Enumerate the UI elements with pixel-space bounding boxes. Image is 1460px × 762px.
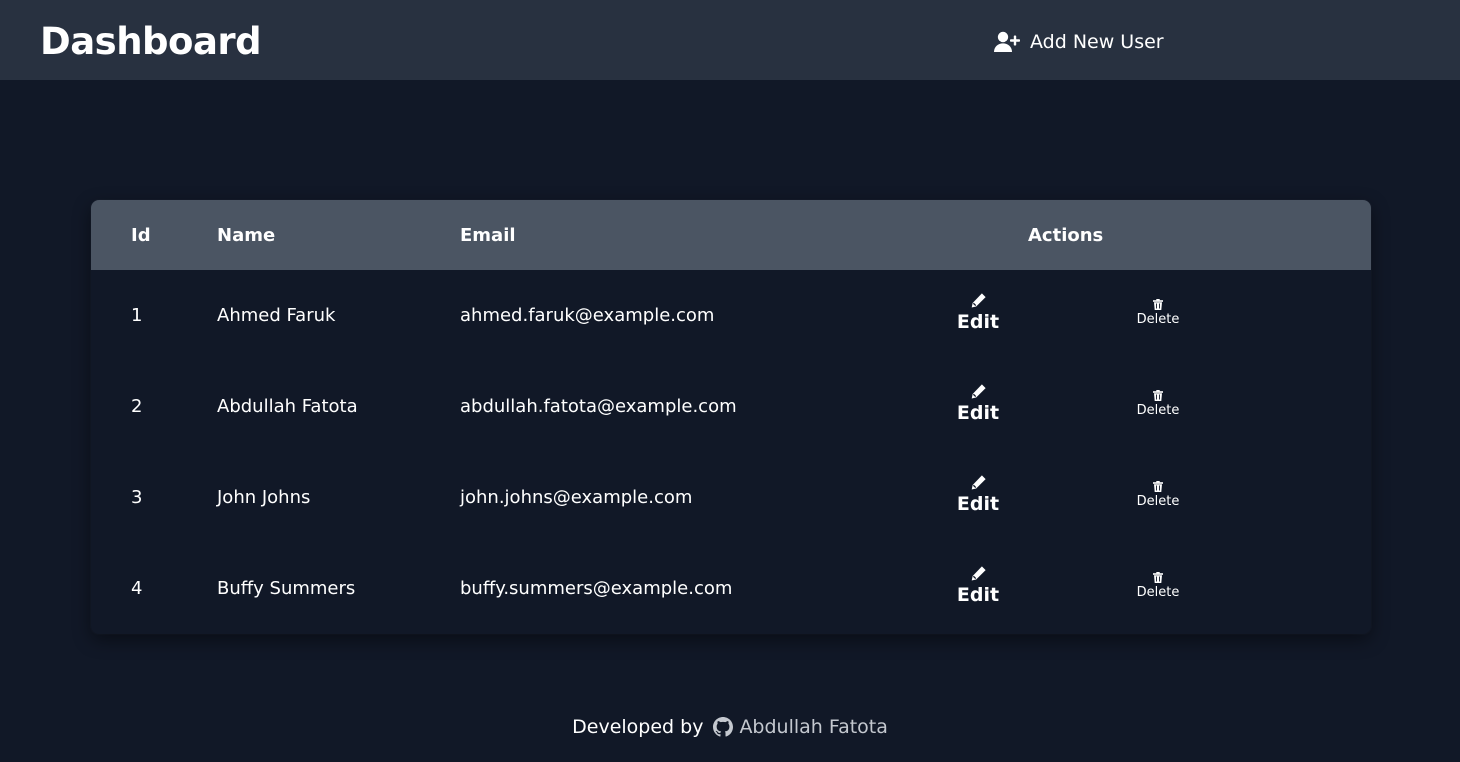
cell-email: buffy.summers@example.com: [460, 578, 733, 599]
top-navbar: Dashboard Add New User: [0, 0, 1460, 80]
delete-button[interactable]: Delete: [1135, 572, 1181, 600]
edit-button[interactable]: Edit: [957, 383, 999, 424]
edit-button[interactable]: Edit: [957, 565, 999, 606]
github-icon: [713, 717, 734, 737]
author-github-link[interactable]: Abdullah Fatota: [713, 716, 888, 738]
cell-email: ahmed.faruk@example.com: [460, 305, 715, 326]
delete-button[interactable]: Delete: [1135, 481, 1181, 509]
edit-label: Edit: [956, 584, 1000, 606]
trash-icon: [1153, 299, 1163, 310]
delete-button[interactable]: Delete: [1135, 299, 1181, 327]
add-new-user-button[interactable]: Add New User: [994, 29, 1164, 55]
table-header-row: Id Name Email Actions: [91, 200, 1371, 270]
pencil-icon: [971, 475, 986, 490]
cell-name: John Johns: [217, 487, 311, 508]
cell-email: abdullah.fatota@example.com: [460, 396, 737, 417]
column-header-email: Email: [460, 225, 516, 246]
table-row: 4 Buffy Summers buffy.summers@example.co…: [91, 543, 1371, 634]
column-header-actions: Actions: [1028, 225, 1104, 246]
cell-id: 1: [131, 305, 143, 326]
cell-name: Ahmed Faruk: [217, 305, 336, 326]
cell-id: 3: [131, 487, 143, 508]
pencil-icon: [971, 566, 986, 581]
edit-button[interactable]: Edit: [957, 292, 999, 333]
cell-email: john.johns@example.com: [460, 487, 693, 508]
page-title: Dashboard: [40, 20, 262, 63]
cell-id: 2: [131, 396, 143, 417]
pencil-icon: [971, 293, 986, 308]
delete-label: Delete: [1136, 312, 1180, 327]
author-name: Abdullah Fatota: [739, 716, 888, 738]
trash-icon: [1153, 481, 1163, 492]
users-table: Id Name Email Actions 1 Ahmed Faruk ahme…: [91, 200, 1371, 634]
column-header-id: Id: [131, 225, 151, 246]
column-header-name: Name: [217, 225, 276, 246]
delete-label: Delete: [1136, 494, 1180, 509]
table-row: 1 Ahmed Faruk ahmed.faruk@example.com Ed…: [91, 270, 1371, 361]
cell-name: Abdullah Fatota: [217, 396, 358, 417]
trash-icon: [1153, 390, 1163, 401]
edit-label: Edit: [956, 493, 1000, 515]
add-new-user-label: Add New User: [1030, 31, 1164, 53]
table-row: 2 Abdullah Fatota abdullah.fatota@exampl…: [91, 361, 1371, 452]
edit-button[interactable]: Edit: [957, 474, 999, 515]
trash-icon: [1153, 572, 1163, 583]
delete-button[interactable]: Delete: [1135, 390, 1181, 418]
edit-label: Edit: [956, 311, 1000, 333]
footer-prefix: Developed by: [572, 716, 704, 738]
pencil-icon: [971, 384, 986, 399]
edit-label: Edit: [956, 402, 1000, 424]
table-row: 3 John Johns john.johns@example.com Edit…: [91, 452, 1371, 543]
cell-name: Buffy Summers: [217, 578, 356, 599]
cell-id: 4: [131, 578, 143, 599]
user-plus-icon: [994, 31, 1020, 52]
delete-label: Delete: [1136, 403, 1180, 418]
delete-label: Delete: [1136, 585, 1180, 600]
page-footer: Developed by Abdullah Fatota: [0, 716, 1460, 738]
